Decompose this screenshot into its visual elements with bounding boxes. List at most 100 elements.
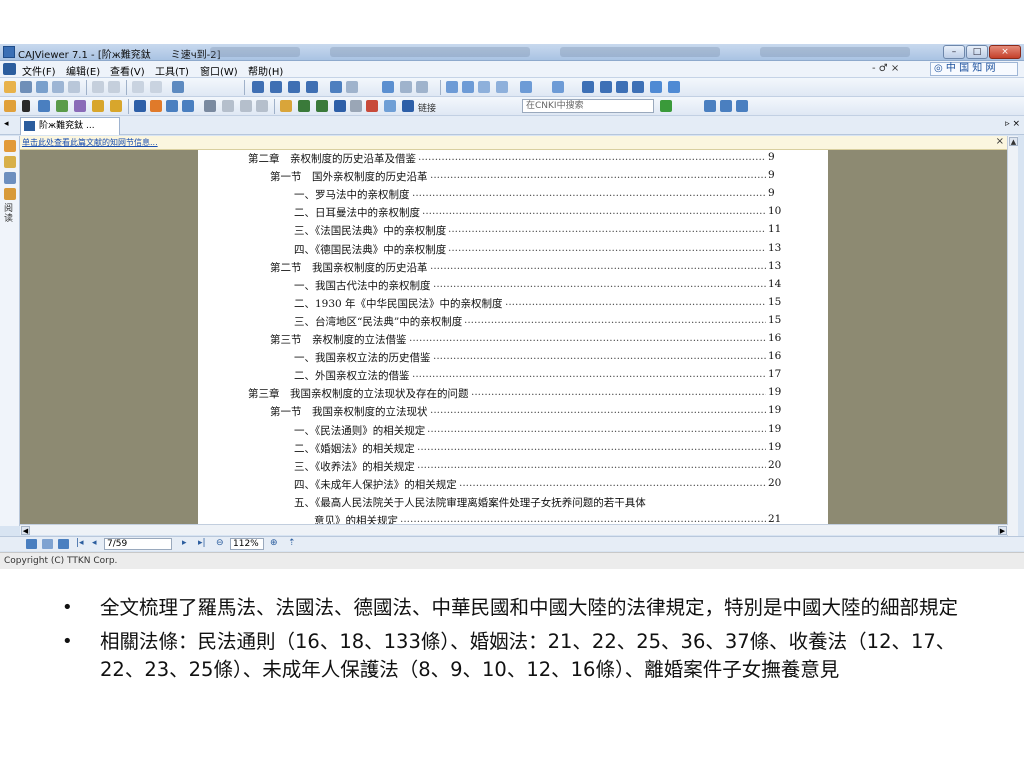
menu-tools[interactable]: 工具(T) bbox=[155, 63, 189, 78]
zoom-out-button[interactable]: ⊖ bbox=[216, 538, 224, 548]
tab-controls[interactable]: ▹ × bbox=[1005, 119, 1020, 129]
facing-page-icon[interactable] bbox=[478, 81, 490, 93]
horizontal-scrollbar[interactable]: ◀ ▶ bbox=[20, 524, 1008, 535]
toc-entry[interactable]: 二、1930 年《中华民国民法》中的亲权制度..................… bbox=[198, 296, 798, 314]
toc-entry[interactable]: 三、《法国民法典》中的亲权制度.........................… bbox=[198, 223, 798, 241]
pointer-icon[interactable] bbox=[22, 100, 30, 112]
cnki-search-input[interactable]: 在CNKI中搜索 bbox=[522, 99, 654, 113]
hand-icon[interactable] bbox=[4, 100, 16, 112]
toc-entry[interactable]: 二、外国亲权立法的借鉴.............................… bbox=[198, 368, 798, 386]
help-icon[interactable] bbox=[704, 100, 716, 112]
layout-icon[interactable] bbox=[552, 81, 564, 93]
paste-icon[interactable] bbox=[108, 81, 120, 93]
triangle-icon[interactable] bbox=[316, 100, 328, 112]
toc-entry[interactable]: 意见》的相关规定................................… bbox=[198, 513, 798, 524]
find-next-icon[interactable] bbox=[416, 81, 428, 93]
thumbnail-icon[interactable] bbox=[26, 539, 37, 549]
save-icon[interactable] bbox=[20, 81, 32, 93]
mdi-controls[interactable]: - ♂ × bbox=[872, 63, 899, 74]
scroll-right-icon[interactable]: ▶ bbox=[998, 526, 1007, 535]
tab-scroll-left-icon[interactable]: ◂ bbox=[4, 119, 9, 129]
toc-entry[interactable]: 五、《最高人民法院关于人民法院审理离婚案件处理子女抚养问题的若干具体 bbox=[198, 495, 798, 513]
next-page-button[interactable]: ▸ bbox=[182, 538, 187, 548]
image-select-icon[interactable] bbox=[56, 100, 68, 112]
cnki-logo[interactable]: ◎ 中 国 知 网 bbox=[930, 62, 1018, 76]
rotate-button[interactable]: ⇡ bbox=[288, 538, 296, 548]
undo-icon[interactable] bbox=[132, 81, 144, 93]
first-page-button[interactable]: |◂ bbox=[76, 538, 84, 548]
toc-entry[interactable]: 三、《收养法》的相关规定............................… bbox=[198, 459, 798, 477]
minimize-button[interactable]: – bbox=[943, 45, 965, 59]
link-tool-icon[interactable] bbox=[240, 100, 252, 112]
cnki-info-link[interactable]: 单击此处查看此篇文献的知网节信息... bbox=[22, 137, 158, 148]
bookmark-icon[interactable] bbox=[280, 100, 292, 112]
note-icon[interactable] bbox=[110, 100, 122, 112]
fit-width-icon[interactable] bbox=[616, 81, 628, 93]
rectangle-icon[interactable] bbox=[166, 100, 178, 112]
last-page-icon[interactable] bbox=[306, 81, 318, 93]
highlight-icon[interactable] bbox=[92, 100, 104, 112]
zoom-level-field[interactable]: 112% bbox=[230, 538, 264, 550]
prev-page-button[interactable]: ◂ bbox=[92, 538, 97, 548]
toc-entry[interactable]: 一、我国古代法中的亲权制度...........................… bbox=[198, 278, 798, 296]
zoom-in-button[interactable]: ⊕ bbox=[270, 538, 278, 548]
open-icon[interactable] bbox=[4, 81, 16, 93]
annotation-icon[interactable] bbox=[298, 100, 310, 112]
next-page-icon[interactable] bbox=[288, 81, 300, 93]
menu-window[interactable]: 窗口(W) bbox=[200, 63, 238, 78]
actual-size-icon[interactable] bbox=[632, 81, 644, 93]
ellipse-icon[interactable] bbox=[182, 100, 194, 112]
pen-icon[interactable] bbox=[4, 156, 16, 168]
stamp-icon[interactable] bbox=[222, 100, 234, 112]
toc-entry[interactable]: 三、台湾地区“民法典”中的亲权制度.......................… bbox=[198, 314, 798, 332]
fullscreen-icon[interactable] bbox=[582, 81, 594, 93]
menu-edit[interactable]: 编辑(E) bbox=[66, 63, 100, 78]
find-prev-icon[interactable] bbox=[400, 81, 412, 93]
page-number-field[interactable]: 7/59 bbox=[104, 538, 172, 550]
search-go-icon[interactable] bbox=[660, 100, 672, 112]
toc-entry[interactable]: 四、《德国民法典》中的亲权制度.........................… bbox=[198, 242, 798, 260]
toc-entry[interactable]: 第一节 我国亲权制度的立法现状.........................… bbox=[198, 404, 798, 422]
single-page-icon[interactable] bbox=[446, 81, 458, 93]
toc-entry[interactable]: 一、我国亲权立法的历史借鉴...........................… bbox=[198, 350, 798, 368]
toc-entry[interactable]: 第一节 国外亲权制度的历史沿革.........................… bbox=[198, 169, 798, 187]
audio-icon[interactable] bbox=[256, 100, 268, 112]
magnifier-icon[interactable] bbox=[350, 100, 362, 112]
close-icon[interactable]: × bbox=[996, 136, 1004, 147]
preview-icon[interactable] bbox=[52, 81, 64, 93]
translate-icon[interactable] bbox=[366, 100, 378, 112]
menu-help[interactable]: 帮助(H) bbox=[248, 63, 283, 78]
toc-entry[interactable]: 第二章 亲权制度的历史沿革及借鉴........................… bbox=[198, 151, 798, 169]
menu-view[interactable]: 查看(V) bbox=[110, 63, 145, 78]
text-select-icon[interactable] bbox=[38, 100, 50, 112]
heart-icon[interactable] bbox=[384, 100, 396, 112]
view-mode-icon[interactable] bbox=[42, 539, 53, 549]
toc-entry[interactable]: 第二节 我国亲权制度的历史沿革.........................… bbox=[198, 260, 798, 278]
grid-icon[interactable] bbox=[58, 539, 69, 549]
tab-document[interactable]: 阶ж難兖鈦 ... bbox=[20, 117, 120, 135]
anchor-icon[interactable] bbox=[334, 100, 346, 112]
zoom-out-icon[interactable] bbox=[668, 81, 680, 93]
rotate-icon[interactable] bbox=[520, 81, 532, 93]
maximize-button[interactable]: □ bbox=[966, 45, 988, 59]
link-icon[interactable] bbox=[402, 100, 414, 112]
link-button-label[interactable]: 链接 bbox=[418, 101, 436, 114]
redo-icon[interactable] bbox=[150, 81, 162, 93]
scroll-up-icon[interactable]: ▲ bbox=[1009, 137, 1018, 146]
bookmark-icon[interactable] bbox=[4, 188, 16, 200]
pen-icon[interactable] bbox=[134, 100, 146, 112]
fit-page-icon[interactable] bbox=[600, 81, 612, 93]
info-icon[interactable] bbox=[720, 100, 732, 112]
sidebar-vertical-label[interactable]: 阅读 bbox=[4, 204, 16, 224]
toc-entry[interactable]: 二、日耳曼法中的亲权制度............................… bbox=[198, 205, 798, 223]
outline-icon[interactable] bbox=[4, 172, 16, 184]
print-icon[interactable] bbox=[36, 81, 48, 93]
find-icon[interactable] bbox=[382, 81, 394, 93]
toc-entry[interactable]: 一、罗马法中的亲权制度.............................… bbox=[198, 187, 798, 205]
select-icon[interactable] bbox=[172, 81, 184, 93]
back-icon[interactable] bbox=[330, 81, 342, 93]
book-view-icon[interactable] bbox=[496, 81, 508, 93]
copy-icon[interactable] bbox=[92, 81, 104, 93]
first-page-icon[interactable] bbox=[252, 81, 264, 93]
zoom-in-icon[interactable] bbox=[650, 81, 662, 93]
